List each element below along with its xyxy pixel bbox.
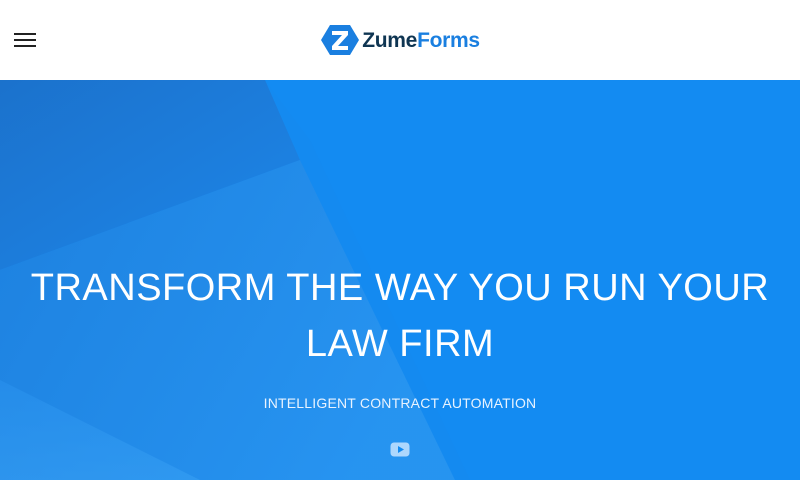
hero-title-line2: LAW FIRM [305,323,495,365]
hero-title: TRANSFORM THE WAY YOU RUN YOUR LAW FIRM [30,260,770,372]
youtube-play-icon[interactable] [390,442,410,457]
menu-line [14,39,36,41]
menu-line [14,45,36,47]
hero-subtitle: INTELLIGENT CONTRACT AUTOMATION [263,395,537,411]
hero-title-line1: TRANSFORM THE WAY YOU RUN YOUR [30,267,770,309]
site-logo[interactable]: ZumeForms [320,24,480,56]
hero-content: TRANSFORM THE WAY YOU RUN YOUR LAW FIRM I… [0,80,800,480]
logo-text-forms: Forms [417,28,480,52]
menu-line [14,33,36,35]
site-header: ZumeForms [0,0,800,80]
hamburger-menu-icon[interactable] [12,28,38,52]
hero-banner: TRANSFORM THE WAY YOU RUN YOUR LAW FIRM I… [0,80,800,480]
logo-text-zume: Zume [362,28,418,52]
zumeforms-logo-icon [321,25,360,55]
logo-wordmark: ZumeForms [362,30,480,51]
